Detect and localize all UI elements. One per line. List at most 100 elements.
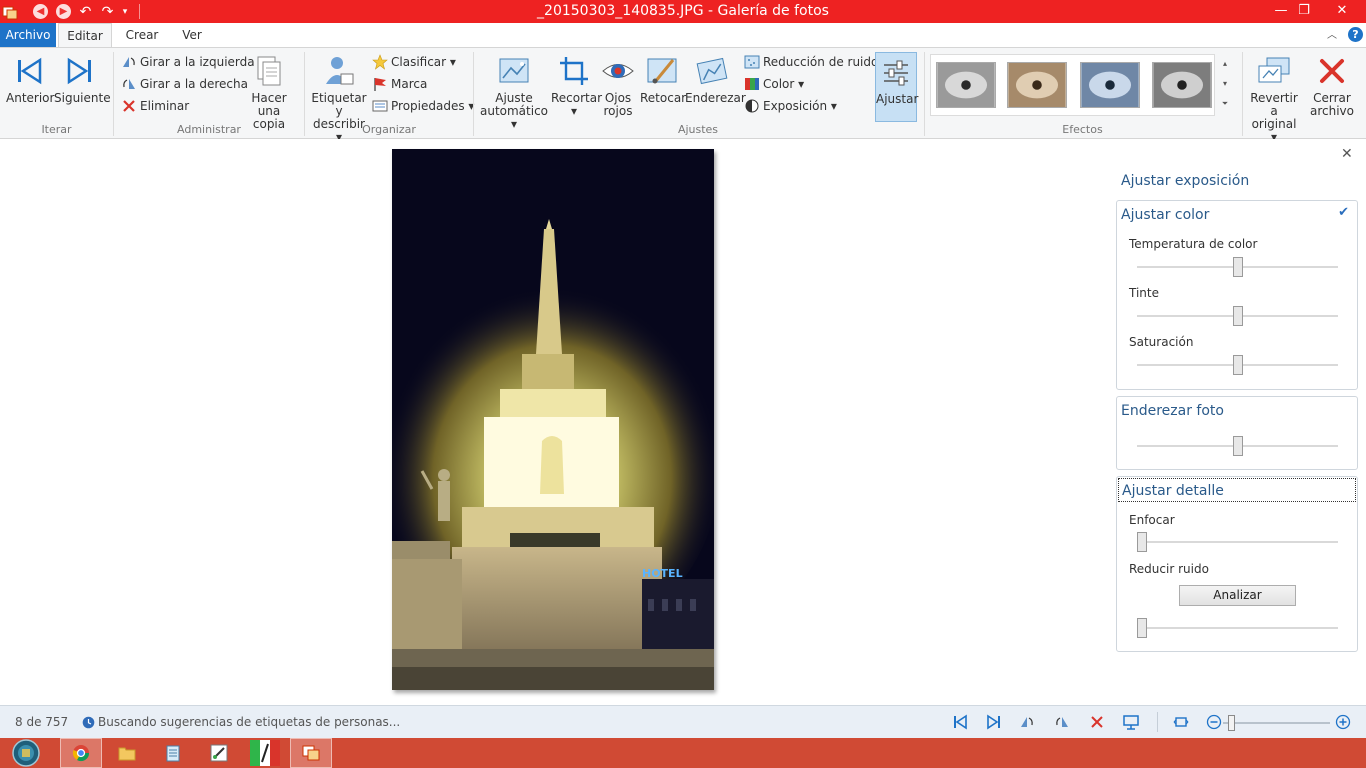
color-button[interactable]: Color ▾: [744, 75, 804, 93]
restore-button[interactable]: ❐: [1287, 0, 1321, 23]
chrome-icon: [72, 745, 90, 762]
saturation-label: Saturación: [1129, 335, 1194, 349]
zoom-in-icon[interactable]: [1335, 714, 1351, 730]
zoom-slider-knob[interactable]: [1228, 715, 1235, 731]
taskbar-photo-gallery[interactable]: [290, 738, 332, 768]
close-button[interactable]: ✕: [1322, 0, 1362, 23]
photo-count: 8 de 757: [15, 715, 69, 729]
retouch-icon: [647, 58, 677, 84]
effect-thumb-gray[interactable]: [1152, 62, 1212, 108]
zoom-track[interactable]: [1223, 722, 1330, 724]
make-copy-label-1: Hacer una: [251, 91, 287, 118]
tag-describe-button[interactable]: Etiquetar y describir ▾: [309, 52, 369, 144]
auto-adjust-label-1: Ajuste: [495, 91, 533, 105]
taskbar-app[interactable]: [244, 738, 286, 768]
next-icon: [67, 57, 91, 85]
tab-crear[interactable]: Crear: [120, 23, 164, 47]
adjust-label: Ajustar: [876, 92, 919, 106]
taskbar-chrome[interactable]: [60, 738, 102, 768]
auto-adjust-label-2: automático: [479, 104, 549, 118]
noise-slider[interactable]: [1137, 618, 1338, 638]
star-icon: [372, 54, 388, 70]
effect-thumb-bw[interactable]: [936, 62, 996, 108]
rotate-left-button[interactable]: Girar a la izquierda: [121, 53, 255, 71]
delete-button[interactable]: Eliminar: [121, 97, 189, 115]
rotate-left-icon: [123, 57, 135, 67]
tint-knob[interactable]: [1233, 306, 1243, 326]
noise-reduction-label: Reducción de ruido: [763, 55, 879, 69]
rotate-right-small-icon[interactable]: [1054, 714, 1070, 730]
sharpen-label: Enfocar: [1129, 513, 1175, 527]
flower-sepia-icon: [1008, 63, 1066, 107]
help-icon[interactable]: ?: [1348, 27, 1363, 42]
saturation-knob[interactable]: [1233, 355, 1243, 375]
previous-button[interactable]: Anterior: [6, 52, 54, 122]
delete-small-icon[interactable]: [1089, 714, 1105, 730]
flower-bw-icon: [937, 63, 995, 107]
make-copy-button[interactable]: Hacer una copia: [240, 52, 298, 131]
collapse-ribbon-icon[interactable]: ︿: [1327, 26, 1337, 41]
crop-button[interactable]: Recortar ▾: [551, 52, 602, 122]
taskbar: [0, 738, 1366, 768]
ribbon: Anterior Siguiente Iterar Girar a la izq…: [0, 47, 1366, 144]
noise-reduction-button[interactable]: Reducción de ruido: [744, 53, 878, 71]
rotate-left-small-icon[interactable]: [1019, 714, 1035, 730]
straighten-slider[interactable]: [1137, 436, 1338, 456]
straighten-title[interactable]: Enderezar foto: [1121, 403, 1224, 419]
taskbar-paint[interactable]: [198, 738, 240, 768]
red-eye-button[interactable]: Ojos rojos: [600, 52, 636, 122]
photo-viewer[interactable]: HOTEL: [392, 149, 714, 690]
sharpen-slider[interactable]: [1137, 532, 1338, 552]
temperature-slider[interactable]: [1137, 257, 1338, 277]
rate-button[interactable]: Clasificar ▾: [372, 53, 456, 71]
next-small-icon[interactable]: [986, 714, 1002, 730]
straighten-group: Enderezar foto: [1116, 396, 1358, 470]
delete-icon: [123, 100, 135, 112]
sharpen-knob[interactable]: [1137, 532, 1147, 552]
status-bar: 8 de 757 Buscando sugerencias de etiquet…: [0, 705, 1366, 738]
expand-gallery-icon[interactable]: ⏷: [1218, 94, 1232, 114]
tint-slider[interactable]: [1137, 306, 1338, 326]
properties-button[interactable]: Propiedades ▾: [372, 97, 474, 115]
revert-label-1: Revertir a: [1250, 91, 1298, 118]
rotate-right-button[interactable]: Girar a la derecha: [121, 75, 248, 93]
paint-icon: [210, 744, 228, 762]
start-button[interactable]: [6, 738, 46, 768]
status-message: Buscando sugerencias de etiquetas de per…: [98, 715, 401, 729]
scroll-down-icon[interactable]: ▾: [1218, 74, 1232, 94]
effect-thumb-sepia[interactable]: [1007, 62, 1067, 108]
scroll-up-icon[interactable]: ▴: [1218, 54, 1232, 74]
revert-original-button[interactable]: Revertir a original ▾: [1247, 52, 1301, 144]
adjust-button[interactable]: Ajustar: [875, 52, 919, 122]
tab-ver[interactable]: Ver: [175, 23, 209, 47]
retouch-button[interactable]: Retocar: [640, 52, 686, 122]
adjust-color-title[interactable]: Ajustar color: [1121, 207, 1209, 223]
noise-reduction-icon: [744, 55, 760, 69]
tab-editar[interactable]: Editar: [58, 23, 112, 48]
effects-scroll[interactable]: ▴ ▾ ⏷: [1218, 54, 1232, 116]
taskbar-notepad[interactable]: [152, 738, 194, 768]
noise-knob[interactable]: [1137, 618, 1147, 638]
exposure-button[interactable]: Exposición ▾: [744, 97, 837, 115]
analyze-button[interactable]: Analizar: [1179, 585, 1296, 606]
close-file-button[interactable]: Cerrar archivo: [1308, 52, 1356, 122]
notepad-icon: [166, 745, 180, 762]
auto-adjust-button[interactable]: Ajuste automático ▾: [478, 52, 550, 131]
tab-archivo[interactable]: Archivo: [0, 23, 56, 47]
close-panel-icon[interactable]: ✕: [1341, 146, 1353, 162]
previous-small-icon[interactable]: [952, 714, 968, 730]
temperature-knob[interactable]: [1233, 257, 1243, 277]
straighten-button[interactable]: Enderezar: [685, 52, 746, 122]
saturation-slider[interactable]: [1137, 355, 1338, 375]
next-button[interactable]: Siguiente: [54, 52, 111, 122]
straighten-knob[interactable]: [1233, 436, 1243, 456]
flower-gray-icon: [1153, 63, 1211, 107]
adjust-detail-title[interactable]: Ajustar detalle: [1118, 478, 1356, 502]
taskbar-explorer[interactable]: [106, 738, 148, 768]
flag-button[interactable]: Marca: [372, 75, 427, 93]
zoom-out-icon[interactable]: [1206, 714, 1222, 730]
actual-size-icon[interactable]: [1173, 714, 1189, 730]
slideshow-icon[interactable]: [1123, 714, 1139, 730]
effect-thumb-cyan[interactable]: [1080, 62, 1140, 108]
close-file-icon: [1320, 59, 1344, 83]
